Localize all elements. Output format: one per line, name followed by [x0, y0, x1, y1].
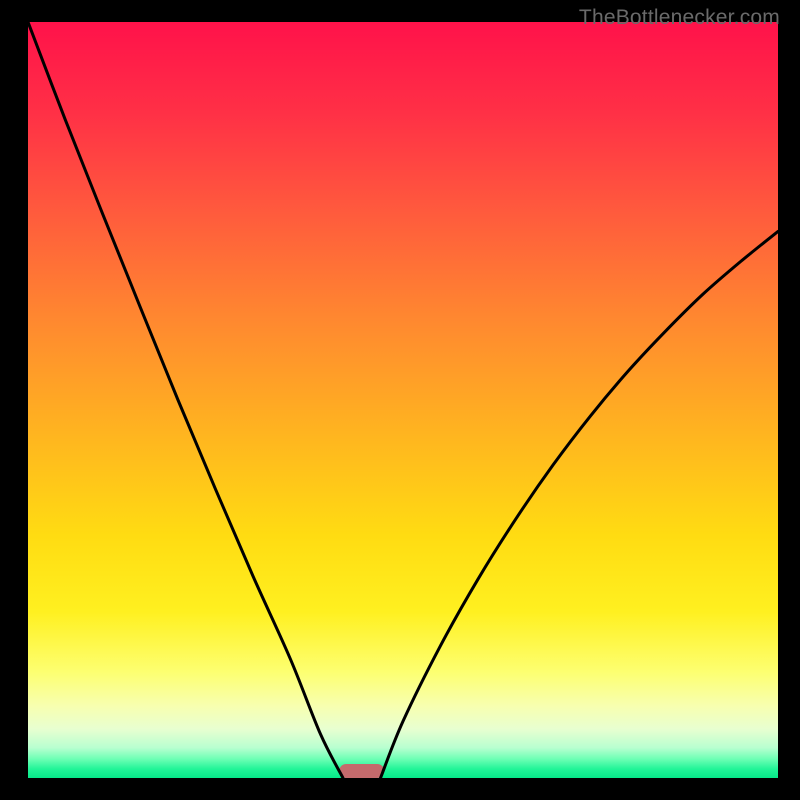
watermark-text: TheBottlenecker.com	[579, 6, 780, 30]
chart-frame: TheBottlenecker.com	[0, 0, 800, 800]
plot-background	[28, 22, 778, 778]
bottleneck-chart	[28, 22, 778, 778]
bottleneck-marker	[339, 764, 384, 778]
